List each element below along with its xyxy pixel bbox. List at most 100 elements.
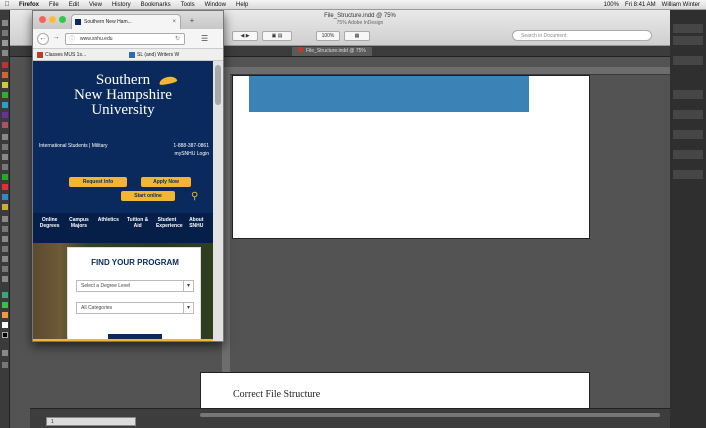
bookmark-favicon-icon [129,52,135,58]
page-number-field[interactable]: 1 [46,417,136,426]
swatch-red2-icon[interactable] [2,184,8,190]
category-select[interactable]: All Categories ▾ [76,302,194,314]
page-1[interactable] [232,75,590,239]
reload-icon[interactable]: ↻ [175,34,180,45]
page-tool-icon[interactable] [2,40,8,46]
user-name[interactable]: William Winter [662,2,700,8]
login-link[interactable]: mySNHU Login [39,151,209,157]
url-bar[interactable]: ⓘ www.snhu.edu ↻ [65,33,185,45]
menu-view[interactable]: View [84,2,107,8]
menu-edit[interactable]: Edit [64,2,84,8]
rectangle-tool-icon[interactable] [2,164,8,170]
links-panel-button[interactable] [673,56,703,65]
swatch-orange-icon[interactable] [2,72,8,78]
phone-number[interactable]: 1-888-387-0861 [173,143,209,149]
hand-tool-icon[interactable] [2,266,8,272]
swatch-pink-icon[interactable] [2,122,8,128]
close-tab-icon[interactable]: × [172,15,176,29]
toolbar-view-buttons[interactable]: ▣ ▤ [262,31,292,41]
nav-about[interactable]: About SNHU [185,217,207,243]
page-2[interactable]: Correct File Structure [200,372,590,412]
nav-campus-majors[interactable]: Campus Majors [68,217,90,243]
stroke-panel-button[interactable] [673,90,703,99]
swatch-teal-icon[interactable] [2,292,8,298]
direct-select-tool-icon[interactable] [2,30,8,36]
swatch-gold-icon[interactable] [2,204,8,210]
degree-level-select[interactable]: Select a Degree Level ▾ [76,280,194,292]
eyedropper-tool-icon[interactable] [2,256,8,262]
request-info-button[interactable]: Request Info [69,177,127,187]
zoom-window-button[interactable] [59,16,66,23]
swatch-amber-icon[interactable] [2,312,8,318]
layers-panel-button[interactable] [673,36,703,45]
transform-tool-icon[interactable] [2,226,8,232]
type-tool-icon[interactable] [2,134,8,140]
browser-vertical-scrollbar[interactable] [213,61,223,341]
gradient-tool-icon[interactable] [2,236,8,242]
bookmark-item[interactable]: SL (and) Writers W [129,51,179,59]
pencil-tool-icon[interactable] [2,154,8,160]
swatch-purple-icon[interactable] [2,112,8,118]
back-icon[interactable]: ← [37,33,49,45]
color-panel-button[interactable] [673,110,703,119]
intl-military-links[interactable]: International Students | Military [39,143,108,149]
document-tab[interactable]: File_Structure.indd @ 75% [292,47,372,56]
menu-help[interactable]: Help [231,2,253,8]
zoom-tool-icon[interactable] [2,276,8,282]
nav-tuition-aid[interactable]: Tuition & Aid [127,217,149,243]
view-mode-icon[interactable] [2,350,8,356]
text-wrap-panel-button[interactable] [673,170,703,179]
scissors-tool-icon[interactable] [2,216,8,222]
minimize-window-button[interactable] [49,16,56,23]
note-tool-icon[interactable] [2,246,8,252]
toolbar-screen-mode[interactable]: ▦ [344,31,370,41]
swatch-green-icon[interactable] [2,92,8,98]
pen-tool-icon[interactable] [2,144,8,150]
swatch-green2-icon[interactable] [2,174,8,180]
hamburger-menu-icon[interactable]: ☰ [201,34,208,43]
menu-bookmarks[interactable]: Bookmarks [136,2,176,8]
cc-libraries-panel-button[interactable] [673,150,703,159]
swatches-panel-button[interactable] [673,130,703,139]
swatch-blue2-icon[interactable] [2,194,8,200]
nav-athletics[interactable]: Athletics [97,217,119,243]
swatch-blue-icon[interactable] [2,102,8,108]
nav-student-experience[interactable]: Student Experience [156,217,183,243]
apply-now-button[interactable]: Apply Now [141,177,191,187]
nav-online-degrees[interactable]: Online Degrees [39,217,61,243]
document-search-input[interactable]: Search in Document [512,30,652,41]
clock[interactable]: Fri 8:41 AM [625,2,656,8]
battery-percent[interactable]: 100% [604,2,619,8]
swatch-red-icon[interactable] [2,62,8,68]
selection-tool-icon[interactable] [2,20,8,26]
menu-history[interactable]: History [107,2,136,8]
swatch-lime-icon[interactable] [2,302,8,308]
close-window-button[interactable] [39,16,46,23]
menu-file[interactable]: File [44,2,64,8]
swatch-yellow-icon[interactable] [2,82,8,88]
menu-window[interactable]: Window [200,2,231,8]
toolbar-zoom[interactable]: 100% [316,31,340,41]
bookmark-item[interactable]: Classes MUS 1s... [37,51,86,59]
blue-header-block[interactable] [249,76,529,112]
horizontal-scrollbar[interactable] [200,413,660,417]
start-online-button[interactable]: Start online [121,191,175,201]
preview-mode-icon[interactable] [2,362,8,368]
menu-firefox[interactable]: Firefox [14,2,44,8]
gap-tool-icon[interactable] [2,50,8,56]
apple-menu-icon[interactable]:  [0,1,14,8]
forward-icon[interactable]: → [50,33,62,45]
horizontal-ruler[interactable] [230,67,670,75]
menu-tools[interactable]: Tools [176,2,200,8]
pages-panel-button[interactable] [673,24,703,33]
search-icon[interactable]: ⚲ [191,191,198,202]
scrollbar-thumb[interactable] [215,65,221,105]
new-tab-icon[interactable]: + [185,15,199,27]
browser-tab-active[interactable]: Southern New Ham... × [71,14,181,29]
fill-icon[interactable] [2,322,8,328]
page-2-heading[interactable]: Correct File Structure [233,389,320,400]
site-info-icon[interactable]: ⓘ [69,35,75,46]
stroke-icon[interactable] [2,332,8,338]
snhu-logo[interactable]: Southern New Hampshire University [33,73,213,118]
toolbar-nav-buttons[interactable]: ◀ ▶ [232,31,258,41]
